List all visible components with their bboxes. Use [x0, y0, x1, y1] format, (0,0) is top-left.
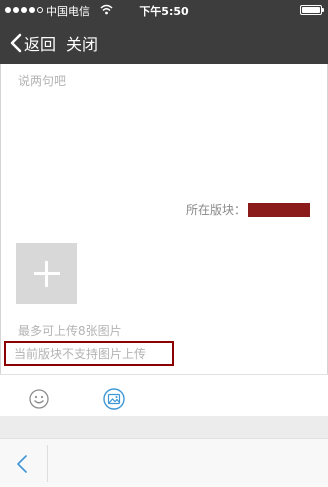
forum-label: 所在版块： [185, 203, 246, 217]
battery-icon [300, 5, 324, 15]
keyboard-accessory-bar [0, 416, 328, 438]
back-label: 返回 [24, 35, 57, 54]
smiley-face-icon[interactable] [29, 389, 49, 409]
browser-bottom-bar [0, 438, 328, 487]
add-photo-button[interactable] [16, 243, 77, 304]
chevron-left-icon [10, 33, 22, 53]
image-upload-icon[interactable] [103, 388, 125, 410]
clock: 下午5:50 [139, 5, 189, 18]
post-text-input[interactable]: 说两句吧 [18, 72, 308, 182]
navigation-bar: 返回 关闭 [0, 20, 328, 64]
chevron-left-icon[interactable] [16, 454, 28, 474]
forum-value-redacted [248, 202, 310, 217]
divider [47, 445, 48, 482]
back-button[interactable]: 返回 [10, 31, 56, 55]
status-bar: 中国电信 下午5:50 [0, 0, 328, 20]
forum-selector[interactable]: 所在版块： [186, 201, 310, 218]
composer-toolbar [0, 374, 328, 416]
unsupported-upload-notice: 当前版块不支持图片上传 [14, 347, 147, 361]
close-button[interactable]: 关闭 [66, 31, 98, 55]
max-images-hint: 最多可上传8张图片 [18, 324, 122, 338]
